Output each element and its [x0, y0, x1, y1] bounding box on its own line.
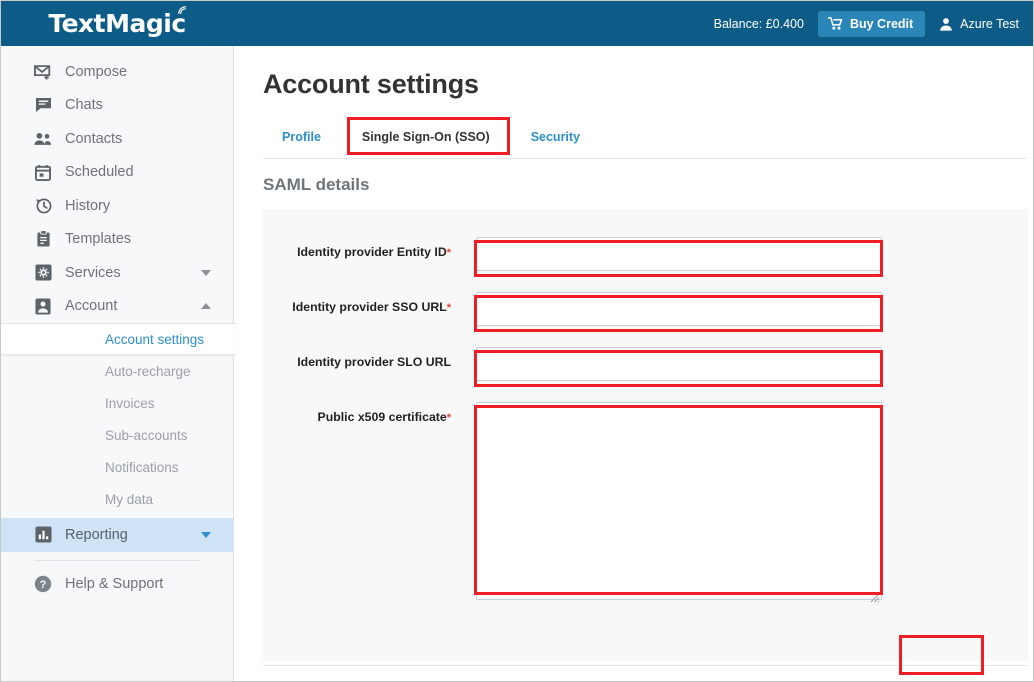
- sidebar-item-label: Compose: [65, 64, 127, 80]
- sidebar-item-label: Scheduled: [65, 164, 134, 180]
- brand-logo-text: TextMagic: [48, 9, 185, 38]
- tab-underline: [263, 158, 1027, 159]
- slo-url-input[interactable]: [476, 347, 882, 381]
- user-name-label: Azure Test: [960, 17, 1019, 31]
- sidebar-item-scheduled[interactable]: Scheduled: [1, 156, 233, 190]
- field-label-entity-id: Identity provider Entity ID*: [263, 237, 451, 259]
- account-submenu: Account settings Auto-recharge Invoices …: [1, 323, 233, 515]
- required-marker: *: [447, 247, 451, 259]
- tab-label: Single Sign-On (SSO): [362, 130, 490, 144]
- field-wrapper-slo-url: [476, 347, 882, 381]
- buy-credit-label: Buy Credit: [850, 17, 913, 31]
- field-label-text: Identity provider SLO URL: [297, 355, 451, 369]
- compose-envelope-icon: [34, 63, 52, 81]
- subitem-label: Sub-accounts: [105, 428, 188, 443]
- sidebar-item-auto-recharge[interactable]: Auto-recharge: [1, 355, 233, 387]
- tab-label: Security: [531, 130, 580, 144]
- sidebar-item-notifications[interactable]: Notifications: [1, 451, 233, 483]
- sso-url-input[interactable]: [476, 292, 882, 326]
- contacts-people-icon: [34, 130, 52, 148]
- subitem-label: Auto-recharge: [105, 364, 191, 379]
- page-title: Account settings: [263, 69, 1033, 100]
- tab-security[interactable]: Security: [512, 121, 599, 154]
- subitem-label: Account settings: [105, 332, 204, 347]
- sidebar-item-my-data[interactable]: My data: [1, 483, 233, 515]
- sidebar-item-sub-accounts[interactable]: Sub-accounts: [1, 419, 233, 451]
- application-window: TextMagic Balance: £0.400 Buy Credit: [0, 0, 1034, 682]
- subitem-label: Invoices: [105, 396, 155, 411]
- chat-bubble-icon: [34, 96, 52, 114]
- user-menu[interactable]: Azure Test: [939, 17, 1019, 31]
- clock-history-icon: [34, 197, 52, 215]
- tab-profile[interactable]: Profile: [263, 121, 340, 154]
- sidebar-item-label: Services: [65, 265, 121, 281]
- sidebar-item-account[interactable]: Account: [1, 290, 233, 324]
- sidebar-navigation: Compose Chats Contacts: [1, 46, 234, 682]
- field-label-text: Public x509 certificate: [318, 410, 447, 424]
- subitem-label: Notifications: [105, 460, 179, 475]
- form-row-x509-certificate: Public x509 certificate*: [263, 402, 882, 605]
- sidebar-item-label: Reporting: [65, 527, 128, 543]
- sidebar-item-history[interactable]: History: [1, 189, 233, 223]
- field-wrapper-sso-url: [476, 292, 882, 326]
- sidebar-item-contacts[interactable]: Contacts: [1, 122, 233, 156]
- sidebar-item-label: Chats: [65, 97, 103, 113]
- subitem-label: My data: [105, 492, 153, 507]
- form-row-slo-url: Identity provider SLO URL: [263, 347, 882, 381]
- sidebar-item-chats[interactable]: Chats: [1, 89, 233, 123]
- tab-bar: Profile Single Sign-On (SSO) Security: [263, 121, 1033, 154]
- required-marker: *: [447, 412, 451, 424]
- account-badge-icon: [34, 297, 52, 315]
- bar-chart-icon: [34, 526, 52, 544]
- field-wrapper-entity-id: [476, 237, 882, 271]
- header-right-group: Balance: £0.400 Buy Credit Azure Test: [714, 11, 1033, 37]
- sidebar-item-services[interactable]: Services: [1, 256, 233, 290]
- sidebar-item-label: Account: [65, 298, 117, 314]
- sidebar-item-reporting[interactable]: Reporting: [1, 518, 233, 552]
- x509-certificate-textarea[interactable]: [476, 402, 882, 600]
- form-row-entity-id: Identity provider Entity ID*: [263, 237, 882, 271]
- field-label-slo-url: Identity provider SLO URL: [263, 347, 451, 369]
- chevron-up-icon[interactable]: [201, 303, 211, 309]
- form-footer-separator: [263, 665, 1028, 666]
- chevron-down-icon[interactable]: [201, 270, 211, 276]
- person-icon: [939, 17, 953, 31]
- required-marker: *: [447, 302, 451, 314]
- question-circle-icon: ?: [34, 575, 52, 593]
- sidebar-item-label: Contacts: [65, 131, 122, 147]
- shopping-cart-icon: [828, 17, 843, 30]
- sidebar-item-label: Help & Support: [65, 576, 163, 592]
- clipboard-icon: [34, 230, 52, 248]
- field-label-text: Identity provider Entity ID: [297, 245, 447, 259]
- field-label-sso-url: Identity provider SSO URL*: [263, 292, 451, 314]
- tab-single-sign-on[interactable]: Single Sign-On (SSO): [340, 121, 512, 154]
- chevron-down-icon[interactable]: [201, 532, 211, 538]
- sidebar-item-help-support[interactable]: ? Help & Support: [1, 568, 233, 602]
- entity-id-input[interactable]: [476, 237, 882, 271]
- sidebar-item-label: History: [65, 198, 110, 214]
- tab-label: Profile: [282, 130, 321, 144]
- field-wrapper-x509-certificate: [476, 402, 882, 605]
- wifi-signal-icon: [178, 6, 188, 16]
- top-header-bar: TextMagic Balance: £0.400 Buy Credit: [1, 1, 1033, 46]
- sidebar-item-label: Templates: [65, 231, 131, 247]
- gear-icon: [34, 264, 52, 282]
- buy-credit-button[interactable]: Buy Credit: [818, 11, 925, 37]
- section-title-saml-details: SAML details: [263, 175, 1033, 195]
- field-label-x509-certificate: Public x509 certificate*: [263, 402, 451, 424]
- sidebar-item-compose[interactable]: Compose: [1, 55, 233, 89]
- main-content-area: Account settings Profile Single Sign-On …: [234, 46, 1033, 682]
- saml-details-form-panel: Identity provider Entity ID* Identity pr…: [263, 209, 1028, 661]
- brand-logo[interactable]: TextMagic: [1, 1, 233, 46]
- sidebar-item-templates[interactable]: Templates: [1, 223, 233, 257]
- sidebar-divider: [34, 560, 200, 561]
- form-row-sso-url: Identity provider SSO URL*: [263, 292, 882, 326]
- sidebar-item-account-settings[interactable]: Account settings: [1, 323, 236, 355]
- field-label-text: Identity provider SSO URL: [292, 300, 446, 314]
- calendar-icon: [34, 163, 52, 181]
- balance-label: Balance: £0.400: [714, 17, 804, 31]
- sidebar-item-invoices[interactable]: Invoices: [1, 387, 233, 419]
- svg-text:?: ?: [40, 579, 47, 591]
